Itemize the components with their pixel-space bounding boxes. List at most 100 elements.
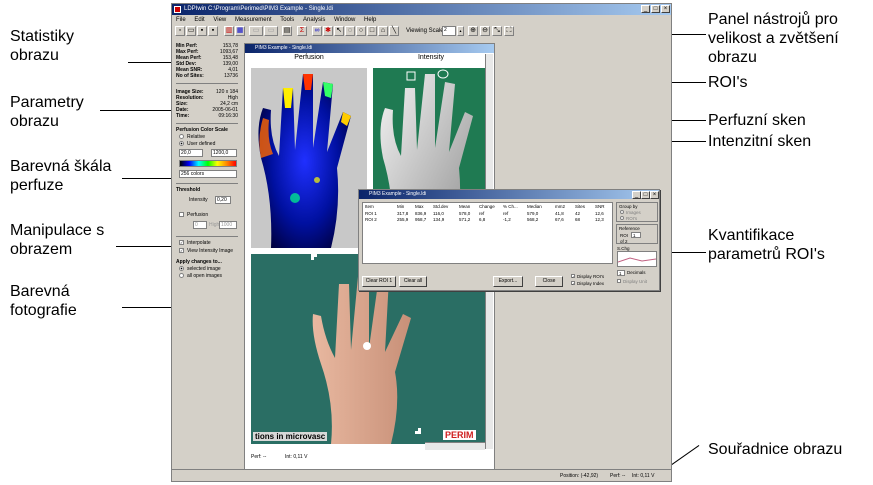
group-by-box: Group by Images ROI's — [616, 202, 658, 222]
save-icon[interactable]: ▪ — [197, 26, 207, 36]
group-images-radio[interactable] — [620, 210, 624, 214]
roi-star-icon[interactable]: ✱ — [323, 26, 333, 36]
display-rois-label: Display ROI's — [577, 274, 605, 279]
tool-disabled-1[interactable]: ▭ — [249, 26, 263, 36]
menu-analysis[interactable]: Analysis — [303, 17, 325, 23]
colors-select[interactable]: 256 colors — [179, 170, 237, 178]
sch-graph — [617, 251, 657, 267]
link-icon[interactable]: ∞ — [312, 26, 322, 36]
zoom-fit-icon[interactable]: ⤡ — [492, 26, 502, 36]
zoom-actual-icon[interactable]: ⛶ — [504, 26, 514, 36]
user-defined-radio[interactable] — [179, 141, 184, 146]
group-by-label: Group by — [619, 204, 638, 209]
reference-roi-input[interactable]: 1 — [631, 232, 641, 238]
color-scale-title: Perfusion Color Scale — [176, 127, 228, 133]
display-index-checkbox[interactable]: ✓ — [571, 281, 575, 286]
viewing-scale-input[interactable]: 2 — [442, 26, 456, 36]
perfusion-checkbox[interactable] — [179, 212, 184, 217]
rectangle-icon[interactable]: □ — [367, 26, 377, 36]
table-cell: 134,9 — [433, 217, 445, 222]
zoom-in-icon[interactable]: ⊕ — [468, 26, 478, 36]
clear-roi-button[interactable]: Clear ROI 1 — [362, 276, 396, 287]
sum-icon[interactable]: Σ — [297, 26, 307, 36]
param-value: 09:16:30 — [218, 113, 238, 119]
reference-box: Reference ROI 1 of 2 — [616, 224, 658, 244]
roi-minimize-button[interactable]: _ — [632, 191, 641, 199]
interpolate-label: Interpolate — [187, 240, 211, 246]
user-defined-label: User defined — [187, 141, 216, 147]
decimals-input[interactable]: 1 — [617, 270, 625, 276]
horizontal-scrollbar[interactable] — [425, 442, 485, 450]
display-rois-checkbox[interactable]: ✓ — [571, 274, 575, 279]
group-rois-radio[interactable] — [620, 216, 624, 220]
close-button[interactable]: × — [661, 5, 670, 13]
zoom-out-icon[interactable]: ⊖ — [480, 26, 490, 36]
color-scale-bar — [179, 160, 237, 167]
annotation-panel-nastroju: Panel nástrojů pro velikost a zvětšení o… — [708, 11, 839, 66]
interpolate-checkbox[interactable]: ✓ — [179, 240, 184, 245]
save-as-icon[interactable]: ▪ — [208, 26, 218, 36]
tool-disabled-2[interactable]: ▭ — [264, 26, 278, 36]
menu-window[interactable]: Window — [334, 17, 355, 23]
export-button[interactable]: Export... — [493, 276, 523, 287]
ellipse-icon[interactable]: ○ — [356, 26, 366, 36]
scale-min-input[interactable]: 20,0 — [179, 149, 203, 157]
roi-marker[interactable] — [406, 71, 416, 81]
measure-icon[interactable]: ▥ — [224, 26, 234, 36]
param-label: Time: — [176, 113, 190, 119]
divider — [176, 123, 238, 124]
minimize-button[interactable]: _ — [641, 5, 650, 13]
polygon-icon[interactable]: ⌂ — [378, 26, 388, 36]
table-header: mm2 — [555, 204, 565, 209]
status-bar: Position: (-42,92) Perf: -- Int: 0,11 V — [172, 469, 671, 481]
viewing-scale-spinner[interactable]: ▴ — [457, 26, 464, 36]
status-position: Position: (-42,92) — [560, 473, 599, 479]
threshold-title: Threshold — [176, 187, 201, 193]
analysis-icon[interactable]: ▦ — [235, 26, 245, 36]
relative-radio[interactable] — [179, 134, 184, 139]
freehand-icon[interactable]: ◌ — [345, 26, 355, 36]
roi-marker[interactable] — [437, 69, 449, 79]
scale-max-input[interactable]: 1200,0 — [211, 149, 237, 157]
menu-bar: File Edit View Measurement Tools Analysi… — [172, 15, 379, 25]
decimals-label: Decimals — [627, 270, 646, 275]
photo-caption-text: tions in microvasc — [253, 432, 328, 441]
menu-tools[interactable]: Tools — [280, 17, 294, 23]
view-intensity-checkbox[interactable]: ✓ — [179, 248, 184, 253]
display-unit-checkbox[interactable] — [617, 279, 621, 283]
line-icon[interactable]: ╲ — [389, 26, 399, 36]
annotation-barevna-skala: Barevná škála perfuze — [10, 158, 112, 194]
print-icon[interactable]: ▤ — [282, 26, 292, 36]
new-file-icon[interactable]: ▫ — [175, 26, 185, 36]
leader-line — [100, 110, 173, 111]
leader-line — [128, 62, 173, 63]
menu-help[interactable]: Help — [364, 17, 376, 23]
pointer-icon[interactable]: ↖ — [334, 26, 344, 36]
close-dialog-button[interactable]: Close — [535, 276, 563, 287]
menu-edit[interactable]: Edit — [194, 17, 204, 23]
perfusion-image[interactable] — [251, 68, 367, 248]
roi-close-button[interactable]: × — [650, 191, 659, 199]
annotation-intenzitni-sken: Intenzitní sken — [708, 133, 812, 150]
image-int-readout: Int: 0,11 V — [285, 454, 308, 460]
table-header: % Ch... — [503, 204, 518, 209]
menu-measurement[interactable]: Measurement — [235, 17, 272, 23]
selected-image-radio[interactable] — [179, 266, 184, 271]
maximize-button[interactable]: □ — [651, 5, 660, 13]
all-images-radio[interactable] — [179, 273, 184, 278]
view-intensity-label: View Intensity Image — [187, 248, 234, 254]
leader-line — [116, 246, 173, 247]
perfusion-min-input[interactable]: 0 — [193, 221, 207, 229]
clear-all-button[interactable]: Clear all — [399, 276, 427, 287]
annotation-perfuzni-sken: Perfuzní sken — [708, 112, 806, 129]
table-header: Item — [365, 204, 374, 209]
open-folder-icon[interactable]: ▭ — [186, 26, 196, 36]
stat-label: No of Sites: — [176, 73, 204, 79]
menu-file[interactable]: File — [176, 17, 186, 23]
perfusion-max-input[interactable]: 1000 — [219, 221, 237, 229]
intensity-threshold-input[interactable]: 0,20 — [215, 196, 231, 204]
menu-view[interactable]: View — [213, 17, 226, 23]
roi-maximize-button[interactable]: □ — [641, 191, 650, 199]
leader-line — [122, 178, 173, 179]
roi-table: Item Min Max Std.dev Mean Change % Ch...… — [362, 202, 613, 264]
